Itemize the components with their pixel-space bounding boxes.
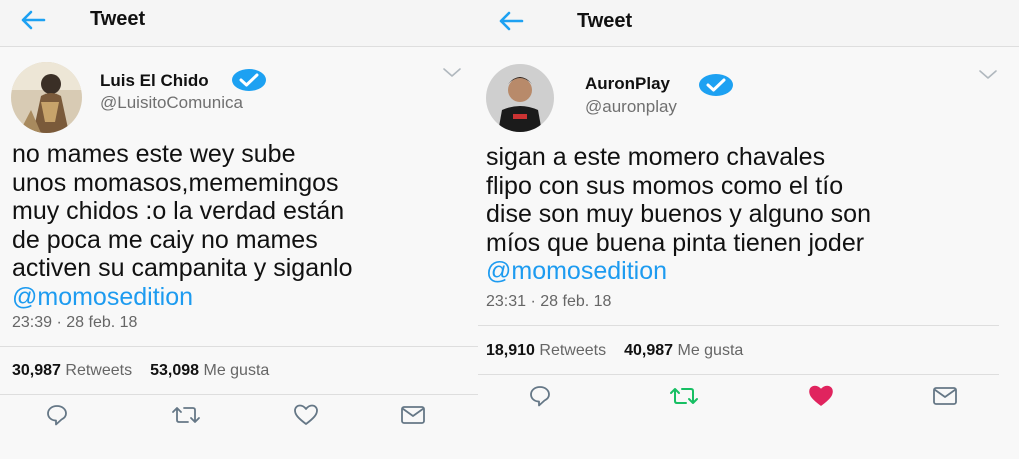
divider bbox=[478, 325, 999, 326]
tweet-text-line: dise son muy buenos y alguno son bbox=[486, 200, 871, 228]
direct-message-icon[interactable] bbox=[400, 404, 426, 426]
likes-label[interactable]: Me gusta bbox=[203, 362, 269, 379]
tweet-text-line: activen su campanita y siganlo bbox=[12, 254, 353, 282]
tweet-text-line: no mames este wey sube bbox=[12, 140, 296, 168]
tweet-text: sigan a este momero chavales flipo con s… bbox=[486, 143, 871, 286]
retweets-count[interactable]: 30,987 bbox=[12, 362, 61, 379]
user-handle[interactable]: @auronplay bbox=[585, 97, 677, 117]
retweets-label[interactable]: Retweets bbox=[65, 362, 132, 379]
retweet-icon[interactable] bbox=[171, 403, 201, 427]
mention-link[interactable]: @momosedition bbox=[12, 283, 352, 312]
tweet-text-line: de poca me caiy no mames bbox=[12, 225, 318, 254]
mention-link[interactable]: @momosedition bbox=[486, 257, 871, 286]
divider bbox=[478, 374, 999, 375]
avatar[interactable] bbox=[486, 64, 554, 132]
display-name[interactable]: Luis El Chido bbox=[100, 71, 209, 91]
retweets-count[interactable]: 18,910 bbox=[486, 342, 535, 359]
tweet-panel-left: Tweet Luis El Chido @LuisitoComunica no … bbox=[0, 0, 478, 459]
chevron-down-icon[interactable] bbox=[979, 70, 997, 80]
retweets-label[interactable]: Retweets bbox=[539, 342, 606, 359]
display-name[interactable]: AuronPlay bbox=[585, 74, 670, 94]
avatar[interactable] bbox=[11, 62, 82, 133]
top-bar: Tweet bbox=[478, 0, 1019, 47]
divider bbox=[0, 394, 478, 395]
like-heart-icon[interactable] bbox=[808, 384, 834, 408]
likes-count[interactable]: 53,098 bbox=[150, 362, 199, 379]
top-bar: Tweet bbox=[0, 0, 478, 47]
direct-message-icon[interactable] bbox=[932, 385, 958, 407]
tweet-text-line: sigan a este momero chavales bbox=[486, 143, 826, 171]
verified-badge-icon bbox=[232, 69, 266, 91]
tweet-text-line: unos momasos,mememingos bbox=[12, 168, 339, 197]
back-arrow-icon[interactable] bbox=[498, 11, 524, 31]
tweet-text: no mames este wey sube unos momasos,meme… bbox=[12, 140, 352, 311]
reply-icon[interactable] bbox=[528, 384, 552, 408]
likes-label[interactable]: Me gusta bbox=[677, 342, 743, 359]
tweet-text-line: flipo con sus momos como el tío bbox=[486, 171, 844, 200]
chevron-down-icon[interactable] bbox=[443, 68, 461, 78]
user-handle[interactable]: @LuisitoComunica bbox=[100, 93, 243, 113]
header-title: Tweet bbox=[90, 8, 146, 30]
engagement-stats: 18,910 Retweets 40,987 Me gusta bbox=[486, 342, 743, 360]
reply-icon[interactable] bbox=[45, 403, 69, 427]
tweet-timestamp[interactable]: 23:31 · 28 feb. 18 bbox=[486, 293, 611, 311]
likes-count[interactable]: 40,987 bbox=[624, 342, 673, 359]
engagement-stats: 30,987 Retweets 53,098 Me gusta bbox=[12, 362, 269, 380]
tweet-panel-right: Tweet AuronPlay @auronplay sigan a este … bbox=[478, 0, 1019, 459]
tweet-timestamp[interactable]: 23:39 · 28 feb. 18 bbox=[12, 314, 137, 332]
retweet-icon[interactable] bbox=[669, 384, 699, 408]
tweet-text-line: muy chidos :o la verdad están bbox=[12, 197, 345, 225]
header-title: Tweet bbox=[577, 10, 633, 32]
back-arrow-icon[interactable] bbox=[20, 10, 46, 30]
divider bbox=[0, 346, 478, 347]
verified-badge-icon bbox=[699, 74, 733, 96]
like-heart-icon[interactable] bbox=[293, 403, 319, 427]
tweet-text-line: míos que buena pinta tienen joder bbox=[486, 228, 865, 257]
